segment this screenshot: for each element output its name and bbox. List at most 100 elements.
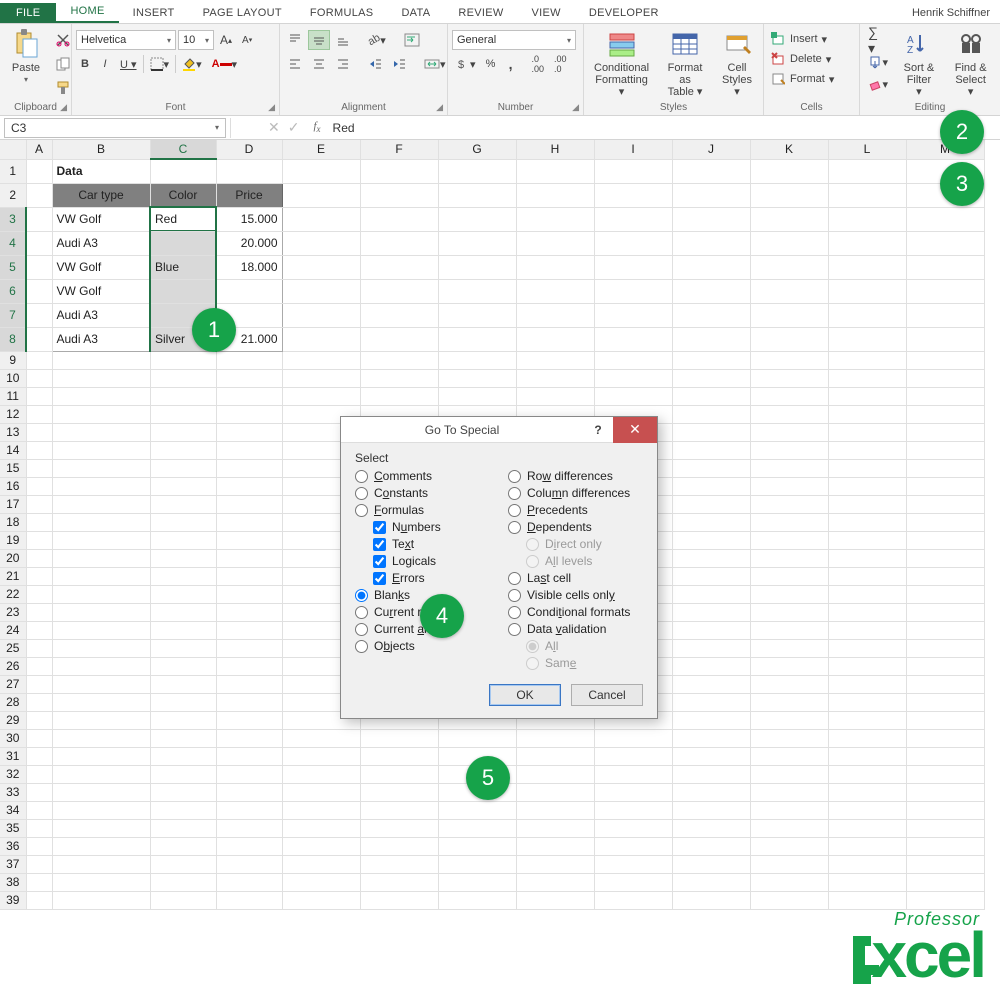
cell[interactable] (26, 327, 52, 351)
cell[interactable] (906, 765, 984, 783)
cell[interactable] (216, 819, 282, 837)
cell[interactable]: Blue (150, 255, 216, 279)
cell[interactable] (750, 675, 828, 693)
row-header[interactable]: 16 (0, 477, 26, 495)
cell[interactable] (672, 477, 750, 495)
cell[interactable] (150, 729, 216, 747)
cell[interactable]: Car type (52, 183, 150, 207)
cell[interactable] (594, 765, 672, 783)
goto-option-dep[interactable]: Dependents (508, 520, 643, 534)
cell[interactable] (594, 351, 672, 369)
cell[interactable] (26, 603, 52, 621)
cell[interactable] (672, 837, 750, 855)
cell[interactable] (906, 675, 984, 693)
cell[interactable] (150, 873, 216, 891)
cell[interactable] (26, 837, 52, 855)
goto-option-last[interactable]: Last cell (508, 571, 643, 585)
cell[interactable] (438, 837, 516, 855)
cell[interactable] (52, 639, 150, 657)
cell[interactable] (750, 207, 828, 231)
cell[interactable] (438, 387, 516, 405)
cell[interactable] (216, 585, 282, 603)
cell[interactable] (150, 747, 216, 765)
row-header[interactable]: 4 (0, 231, 26, 255)
cell[interactable]: 15.000 (216, 207, 282, 231)
cell[interactable] (150, 783, 216, 801)
cell[interactable] (906, 873, 984, 891)
font-size-combo[interactable]: 10▾ (178, 30, 214, 50)
cell[interactable] (360, 327, 438, 351)
cell[interactable] (672, 801, 750, 819)
cell[interactable]: Red (150, 207, 216, 231)
cell[interactable] (216, 531, 282, 549)
row-header[interactable]: 21 (0, 567, 26, 585)
cell[interactable] (216, 159, 282, 183)
cell[interactable] (750, 303, 828, 327)
cell[interactable] (750, 369, 828, 387)
cell[interactable] (216, 837, 282, 855)
cell[interactable] (750, 621, 828, 639)
cell[interactable] (516, 327, 594, 351)
row-header[interactable]: 12 (0, 405, 26, 423)
number-format-combo[interactable]: General▾ (452, 30, 576, 50)
column-header[interactable]: C (150, 140, 216, 159)
cell[interactable] (52, 621, 150, 639)
cell[interactable] (672, 207, 750, 231)
column-header[interactable]: H (516, 140, 594, 159)
cell[interactable] (906, 513, 984, 531)
cell[interactable] (828, 873, 906, 891)
cell[interactable] (516, 351, 594, 369)
cell[interactable] (52, 891, 150, 909)
cell[interactable] (828, 801, 906, 819)
cell[interactable] (52, 441, 150, 459)
cell[interactable] (282, 159, 360, 183)
cell[interactable] (672, 675, 750, 693)
cell[interactable] (828, 639, 906, 657)
cell[interactable] (216, 279, 282, 303)
cell[interactable] (750, 873, 828, 891)
row-header[interactable]: 8 (0, 327, 26, 351)
font-launcher[interactable]: ◢ (268, 102, 275, 113)
fill-button[interactable]: ▾ (864, 52, 893, 72)
cell[interactable]: VW Golf (52, 279, 150, 303)
cell[interactable] (150, 585, 216, 603)
cell[interactable] (516, 279, 594, 303)
cell[interactable] (26, 207, 52, 231)
cell[interactable] (26, 183, 52, 207)
row-header[interactable]: 23 (0, 603, 26, 621)
row-header[interactable]: 37 (0, 855, 26, 873)
cell[interactable] (282, 327, 360, 351)
paste-button[interactable]: Paste ▾ (4, 26, 48, 87)
cell[interactable] (906, 495, 984, 513)
cell[interactable] (150, 639, 216, 657)
cell[interactable] (360, 183, 438, 207)
cell[interactable] (216, 387, 282, 405)
cell[interactable] (750, 711, 828, 729)
cell[interactable] (26, 891, 52, 909)
cell[interactable] (282, 351, 360, 369)
cell[interactable] (150, 405, 216, 423)
cell[interactable] (516, 855, 594, 873)
comma-button[interactable]: , (502, 54, 520, 74)
cell[interactable] (672, 183, 750, 207)
cell[interactable] (216, 495, 282, 513)
cell[interactable] (594, 207, 672, 231)
cell[interactable] (438, 231, 516, 255)
column-header[interactable]: A (26, 140, 52, 159)
cell[interactable] (150, 549, 216, 567)
cell[interactable] (750, 459, 828, 477)
cell[interactable] (52, 351, 150, 369)
cell[interactable] (516, 837, 594, 855)
cell[interactable]: Price (216, 183, 282, 207)
cell[interactable] (360, 207, 438, 231)
cell[interactable] (750, 639, 828, 657)
cell[interactable] (150, 567, 216, 585)
cell[interactable] (750, 891, 828, 909)
cell[interactable] (216, 423, 282, 441)
cell[interactable] (516, 159, 594, 183)
tab-developer[interactable]: DEVELOPER (575, 3, 673, 23)
cell[interactable] (282, 183, 360, 207)
row-header[interactable]: 2 (0, 183, 26, 207)
cell[interactable] (360, 369, 438, 387)
cell[interactable] (150, 423, 216, 441)
